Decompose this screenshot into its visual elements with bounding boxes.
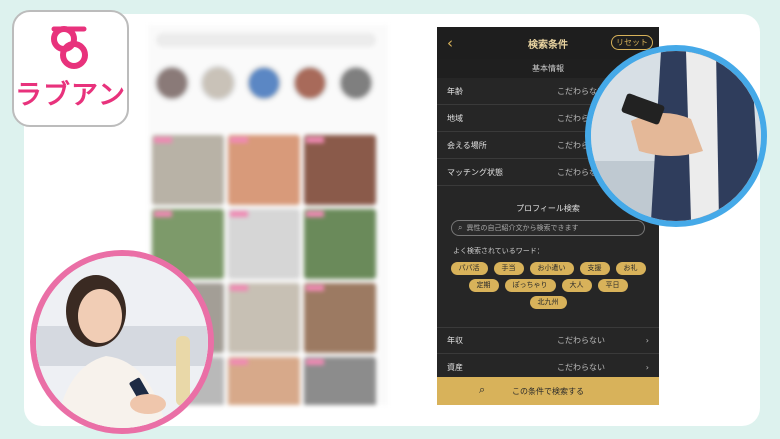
additional-filters: 年収 こだわらない › 資産 こだわらない ›	[437, 327, 659, 381]
chevron-right-icon: ›	[645, 362, 649, 372]
search-icon: ⌕	[458, 223, 463, 232]
blurred-profile-card	[152, 135, 224, 205]
app-logo: ラブアン	[12, 10, 129, 127]
keyword-chip[interactable]: 大人	[561, 279, 592, 292]
screen-header: ‹ 検索条件 リセット	[437, 27, 659, 59]
filter-label: 年齢	[447, 86, 463, 96]
search-placeholder: 異性の自己紹介文から検索できます	[466, 224, 579, 232]
man-using-phone-photo	[585, 45, 767, 227]
blurred-profile-card	[228, 135, 300, 205]
keyword-chips: パパ活 手当 お小遣い 支援 お礼 定期 ぽっちゃり 大人 平日 北九州	[449, 262, 647, 309]
blurred-avatar-row	[154, 65, 374, 101]
blurred-avatar	[246, 65, 282, 101]
keyword-chip[interactable]: 北九州	[529, 296, 567, 309]
blurred-profile-card	[304, 357, 376, 405]
filter-label: 会える場所	[447, 140, 487, 150]
search-submit-label: この条件で検索する	[512, 386, 584, 396]
filter-value: こだわらない	[557, 362, 605, 372]
blurred-avatar	[292, 65, 328, 101]
keyword-chip[interactable]: お礼	[615, 262, 646, 275]
filter-row-income[interactable]: 年収 こだわらない ›	[437, 327, 659, 354]
blurred-profile-card	[304, 283, 376, 353]
keyword-chip[interactable]: 支援	[579, 262, 610, 275]
page-title: 検索条件	[528, 39, 568, 51]
chevron-right-icon: ›	[645, 336, 649, 345]
blurred-profile-card	[304, 209, 376, 279]
filter-value: こだわらない	[557, 336, 605, 345]
keyword-chip[interactable]: 定期	[468, 279, 499, 292]
logo-text: ラブアン	[15, 80, 126, 111]
keyword-chip[interactable]: 平日	[597, 279, 628, 292]
blurred-profile-card	[304, 135, 376, 205]
keyword-chip[interactable]: 手当	[493, 262, 524, 275]
woman-using-phone-photo	[30, 250, 214, 434]
logo-mark-icon	[44, 25, 98, 71]
keyword-chip[interactable]: お小遣い	[529, 262, 574, 275]
filter-label: 年収	[447, 336, 463, 345]
blurred-avatar	[200, 65, 236, 101]
reset-button[interactable]: リセット	[611, 35, 653, 50]
blurred-avatar	[338, 65, 374, 101]
keyword-chip[interactable]: ぽっちゃり	[504, 279, 556, 292]
filter-label: 資産	[447, 362, 463, 372]
filter-label: 地域	[447, 113, 463, 123]
back-chevron-icon[interactable]: ‹	[447, 34, 453, 52]
blurred-avatar	[154, 65, 190, 101]
profile-search-input[interactable]: ⌕ 異性の自己紹介文から検索できます	[451, 220, 645, 236]
popular-keywords-title: よく検索されているワード：	[453, 247, 544, 255]
keyword-chip[interactable]: パパ活	[450, 262, 488, 275]
filter-label: マッチング状態	[447, 167, 503, 177]
blurred-profile-card	[228, 209, 300, 279]
search-icon: ⌕	[479, 383, 486, 396]
blurred-search-bar	[156, 33, 376, 47]
blurred-profile-card	[228, 357, 300, 405]
blurred-profile-card	[228, 283, 300, 353]
search-submit-button[interactable]: ⌕ この条件で検索する	[437, 377, 659, 405]
